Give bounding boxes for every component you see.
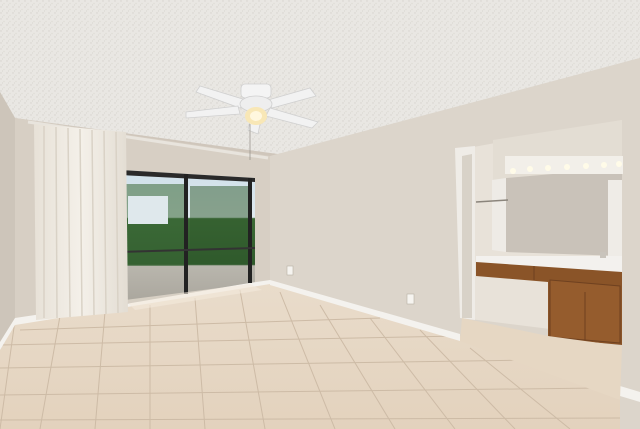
room-illustration [0,0,640,429]
electrical-outlet-icon [286,265,294,276]
room-photo [0,0,640,429]
electrical-outlet-icon [406,293,415,305]
sliding-glass-door [119,170,262,310]
curtain [34,124,128,320]
left-wall [0,92,15,345]
vanity-mirror [506,168,622,256]
